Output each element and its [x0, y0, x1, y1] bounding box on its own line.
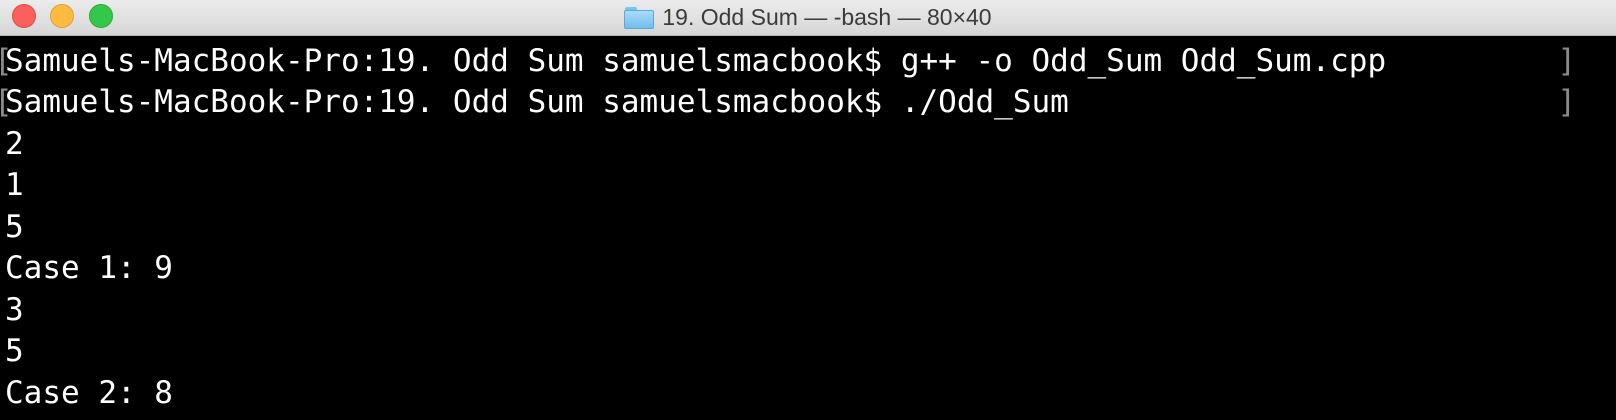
terminal-window: 19. Odd Sum — -bash — 80×40 [ ] [ ] Samu…	[0, 0, 1616, 420]
title-bar[interactable]: 19. Odd Sum — -bash — 80×40	[0, 0, 1616, 36]
terminal-line-command-compile: Samuels-MacBook-Pro:19. Odd Sum samuelsm…	[5, 43, 1387, 79]
mark-bracket-right: ]	[1557, 43, 1576, 79]
terminal-line-output: Case 1: 9	[5, 250, 173, 286]
terminal-line-input: 3	[5, 292, 24, 328]
terminal-line-input: 2	[5, 126, 24, 162]
terminal-line-input: 5	[5, 333, 24, 369]
terminal-line-command-run: Samuels-MacBook-Pro:19. Odd Sum samuelsm…	[5, 84, 1069, 120]
terminal-line-output: Case 2: 8	[5, 375, 173, 411]
mark-bracket-right: ]	[1557, 84, 1576, 120]
terminal-output[interactable]: [ ] [ ] Samuels-MacBook-Pro:19. Odd Sum …	[0, 40, 1616, 420]
window-title-group: 19. Odd Sum — -bash — 80×40	[0, 0, 1616, 34]
terminal-line-input: 5	[5, 209, 24, 245]
folder-icon	[624, 6, 655, 29]
terminal-line-input: 1	[5, 167, 24, 203]
window-title: 19. Odd Sum — -bash — 80×40	[662, 3, 992, 30]
scrollbar[interactable]	[1602, 40, 1616, 420]
